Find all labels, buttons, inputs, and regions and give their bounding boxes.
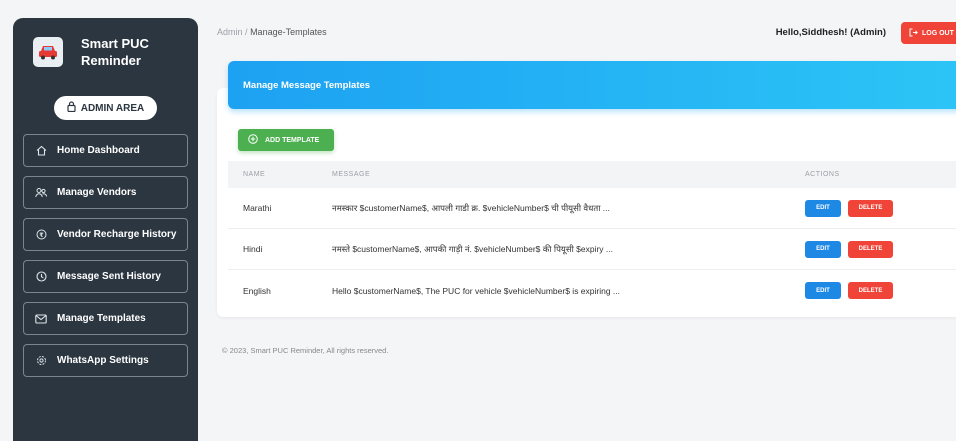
table-row: English Hello $customerName$, The PUC fo… <box>228 270 956 311</box>
brand[interactable]: Smart PUC Reminder <box>13 32 198 72</box>
sidebar-item-whatsapp-settings[interactable]: WhatsApp Settings <box>23 344 188 377</box>
breadcrumb-root[interactable]: Admin <box>217 27 243 37</box>
sidebar-item-message-sent-history[interactable]: Message Sent History <box>23 260 188 293</box>
home-icon <box>34 145 48 156</box>
column-header-name: NAME <box>243 171 266 178</box>
topbar: Admin / Manage-Templates Hello,Siddhesh!… <box>217 22 956 44</box>
logout-icon <box>909 28 918 39</box>
breadcrumb-separator: / <box>245 27 248 37</box>
delete-button[interactable]: DELETE <box>848 240 893 258</box>
template-name: English <box>243 285 271 296</box>
table-row: Hindi नमस्ते $customerName$, आपकी गाड़ी … <box>228 229 956 270</box>
admin-area-badge[interactable]: ADMIN AREA <box>54 96 157 120</box>
history-coin-icon: ₹ <box>34 229 48 240</box>
row-actions: EDIT DELETE <box>805 240 893 258</box>
template-message: नमस्कार $customerName$, आपली गाडी क्र. $… <box>332 202 610 213</box>
sidebar-menu: Home Dashboard Manage Vendors ₹ Vendor R… <box>13 134 198 377</box>
brand-line-2: Reminder <box>81 53 141 68</box>
plus-circle-icon <box>248 134 258 146</box>
card-header: Manage Message Templates <box>228 61 956 109</box>
card-title: Manage Message Templates <box>243 79 371 91</box>
admin-area-label: ADMIN AREA <box>80 102 145 114</box>
logout-label: LOG OUT <box>922 29 954 37</box>
template-name: Marathi <box>243 203 272 213</box>
delete-button[interactable]: DELETE <box>848 199 893 217</box>
car-logo-icon <box>33 37 63 67</box>
delete-button[interactable]: DELETE <box>848 282 893 299</box>
template-message: नमस्ते $customerName$, आपकी गाड़ी नं. $v… <box>332 243 613 254</box>
svg-text:₹: ₹ <box>39 232 43 239</box>
template-name: Hindi <box>243 244 263 254</box>
table-header: NAME MESSAGE ACTIONS <box>228 161 956 188</box>
footer-copyright: © 2023, Smart PUC Reminder, All rights r… <box>222 346 389 355</box>
mail-icon <box>34 313 48 324</box>
templates-table: NAME MESSAGE ACTIONS Marathi नमस्कार $cu… <box>228 161 956 311</box>
users-icon <box>34 187 48 198</box>
sidebar-item-label: Message Sent History <box>57 271 161 282</box>
sidebar-item-label: Home Dashboard <box>57 145 140 156</box>
column-header-actions: ACTIONS <box>805 171 840 178</box>
sidebar-item-label: Manage Templates <box>57 313 146 324</box>
brand-name: Smart PUC Reminder <box>81 35 149 69</box>
add-template-label: ADD TEMPLATE <box>265 136 320 144</box>
logout-button[interactable]: LOG OUT <box>901 22 956 44</box>
sidebar: Smart PUC Reminder ADMIN AREA Home Dashb… <box>13 18 198 441</box>
edit-button[interactable]: EDIT <box>805 199 841 217</box>
breadcrumb-current: Manage-Templates <box>250 27 327 37</box>
row-actions: EDIT DELETE <box>805 199 893 217</box>
greeting-text: Hello,Siddhesh! (Admin) <box>775 27 886 38</box>
breadcrumb: Admin / Manage-Templates <box>217 27 327 37</box>
table-row: Marathi नमस्कार $customerName$, आपली गाड… <box>228 188 956 229</box>
edit-button[interactable]: EDIT <box>805 282 841 299</box>
row-actions: EDIT DELETE <box>805 282 893 299</box>
edit-button[interactable]: EDIT <box>805 240 841 258</box>
brand-line-1: Smart PUC <box>81 36 149 51</box>
clock-icon <box>34 271 48 282</box>
template-message: Hello $customerName$, The PUC for vehicl… <box>332 285 621 296</box>
sidebar-item-home-dashboard[interactable]: Home Dashboard <box>23 134 188 167</box>
sidebar-item-label: Manage Vendors <box>57 187 137 198</box>
sidebar-item-manage-vendors[interactable]: Manage Vendors <box>23 176 188 209</box>
add-template-button[interactable]: ADD TEMPLATE <box>238 129 334 151</box>
sidebar-item-label: WhatsApp Settings <box>57 355 149 366</box>
gear-icon <box>34 355 48 366</box>
sidebar-item-manage-templates[interactable]: Manage Templates <box>23 302 188 335</box>
sidebar-item-label: Vendor Recharge History <box>57 229 177 240</box>
lock-icon <box>67 101 76 115</box>
sidebar-item-vendor-recharge-history[interactable]: ₹ Vendor Recharge History <box>23 218 188 251</box>
column-header-message: MESSAGE <box>332 171 371 178</box>
